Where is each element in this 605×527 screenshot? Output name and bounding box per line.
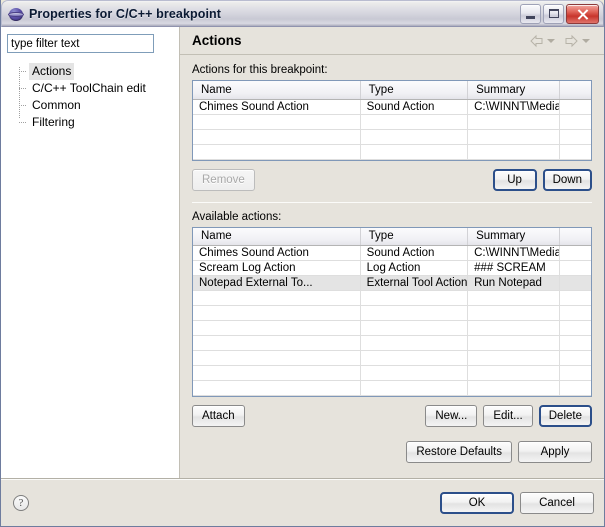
table-row-empty[interactable] [193, 114, 591, 130]
sidebar-item-label: C/C++ ToolChain edit [32, 81, 146, 95]
table-row-empty[interactable] [193, 380, 591, 396]
cell-summary: C:\WINNT\Media\ch... [467, 99, 560, 115]
cell-name: Notepad External To... [193, 275, 361, 291]
cell-name: Scream Log Action [193, 260, 361, 276]
remove-button[interactable]: Remove [192, 168, 255, 191]
table-row-empty[interactable] [193, 320, 591, 336]
attach-button[interactable]: Attach [192, 405, 245, 427]
settings-pane: Actions Actions for this breakpoint: Nam… [180, 27, 604, 478]
table-row[interactable]: Chimes Sound Action Sound Action C:\WINN… [193, 99, 591, 115]
cell-summary: ### SCREAM [467, 260, 560, 276]
cell-type: Sound Action [360, 99, 469, 115]
dialog-body: Actions C/C++ ToolChain edit Common Filt… [1, 27, 604, 526]
history-navigation [528, 34, 596, 48]
cell-type: Sound Action [360, 245, 469, 261]
settings-tree: Actions C/C++ ToolChain edit Common Filt… [7, 63, 173, 131]
column-header-type[interactable]: Type [360, 81, 469, 100]
pane-header: Actions [180, 27, 604, 55]
cell-extra [559, 99, 591, 115]
sidebar-item-label: Common [32, 98, 81, 112]
help-question-icon[interactable]: ? [13, 495, 29, 511]
column-header-summary[interactable]: Summary [467, 81, 560, 100]
eclipse-sphere-icon [8, 6, 24, 22]
forward-arrow-icon[interactable] [563, 34, 580, 48]
assigned-actions-table[interactable]: Name Type Summary Chimes Sound Action So… [192, 80, 592, 161]
maximize-icon [549, 8, 559, 18]
cell-summary: C:\WINNT\Media\ch... [467, 245, 560, 261]
cell-type: External Tool Action [360, 275, 469, 291]
move-up-button[interactable]: Up [492, 168, 537, 191]
restore-defaults-button[interactable]: Restore Defaults [406, 441, 512, 463]
title-bar[interactable]: Properties for C/C++ breakpoint [1, 0, 604, 27]
cancel-button[interactable]: Cancel [520, 492, 594, 514]
apply-button[interactable]: Apply [518, 441, 592, 463]
column-header-name[interactable]: Name [193, 81, 361, 100]
cell-extra [559, 275, 591, 291]
sidebar-item-common[interactable]: Common [19, 97, 173, 114]
forward-dropdown-icon[interactable] [582, 38, 590, 43]
column-header-summary[interactable]: Summary [467, 227, 560, 246]
table-row-empty[interactable] [193, 350, 591, 366]
page-buttons: Restore Defaults Apply [192, 441, 592, 463]
table-header-row: Name Type Summary [193, 227, 591, 246]
table-row[interactable]: Chimes Sound Action Sound Action C:\WINN… [193, 245, 591, 261]
page-title: Actions [192, 33, 242, 48]
table-row-empty[interactable] [193, 290, 591, 306]
pane-content: Actions for this breakpoint: Name Type S… [180, 55, 604, 478]
table-row[interactable]: Scream Log Action Log Action ### SCREAM [193, 260, 591, 276]
sidebar-item-toolchain-edit[interactable]: C/C++ ToolChain edit [19, 80, 173, 97]
sidebar-item-label: Actions [29, 63, 75, 80]
content-area: Actions C/C++ ToolChain edit Common Filt… [1, 27, 604, 479]
table-row-empty[interactable] [193, 305, 591, 321]
table-header-row: Name Type Summary [193, 81, 591, 100]
cell-extra [559, 260, 591, 276]
dialog-footer: ? OK Cancel [1, 479, 604, 526]
sidebar-item-label: Filtering [32, 115, 75, 129]
assigned-actions-buttons: Remove Up Down [192, 168, 592, 191]
filter-input[interactable] [7, 34, 154, 53]
navigation-pane: Actions C/C++ ToolChain edit Common Filt… [1, 27, 180, 478]
window-controls [520, 3, 599, 24]
cell-extra [559, 245, 591, 261]
available-actions-buttons: Attach New... Edit... Delete [192, 405, 592, 427]
cell-name: Chimes Sound Action [193, 99, 361, 115]
column-header-type[interactable]: Type [360, 227, 469, 246]
delete-button[interactable]: Delete [538, 405, 592, 427]
window-title: Properties for C/C++ breakpoint [29, 6, 222, 21]
table-row-empty[interactable] [193, 144, 591, 160]
sidebar-item-filtering[interactable]: Filtering [19, 114, 173, 131]
section-divider [192, 201, 592, 203]
new-button[interactable]: New... [425, 405, 478, 427]
column-header-name[interactable]: Name [193, 227, 361, 246]
back-dropdown-icon[interactable] [547, 38, 555, 43]
table-row[interactable]: Notepad External To... External Tool Act… [193, 275, 591, 291]
cell-name: Chimes Sound Action [193, 245, 361, 261]
cell-type: Log Action [360, 260, 469, 276]
table-row-empty[interactable] [193, 335, 591, 351]
assigned-actions-label: Actions for this breakpoint: [192, 64, 328, 76]
close-button[interactable] [566, 3, 599, 24]
back-arrow-icon[interactable] [528, 34, 545, 48]
properties-dialog-window: Properties for C/C++ breakpoint Actions … [0, 0, 605, 527]
move-down-button[interactable]: Down [542, 168, 592, 191]
table-row-empty[interactable] [193, 129, 591, 145]
minimize-button[interactable] [520, 3, 541, 24]
edit-button[interactable]: Edit... [483, 405, 533, 427]
cell-summary: Run Notepad [467, 275, 560, 291]
available-actions-label: Available actions: [192, 210, 282, 223]
sidebar-item-actions[interactable]: Actions [19, 63, 173, 80]
column-header-extra[interactable] [559, 81, 591, 100]
column-header-extra[interactable] [559, 227, 591, 246]
table-row-empty[interactable] [193, 365, 591, 381]
minimize-icon [526, 15, 535, 19]
maximize-button[interactable] [543, 3, 564, 24]
available-actions-table[interactable]: Name Type Summary Chimes Sound Action So… [192, 226, 592, 397]
ok-button[interactable]: OK [440, 492, 514, 514]
